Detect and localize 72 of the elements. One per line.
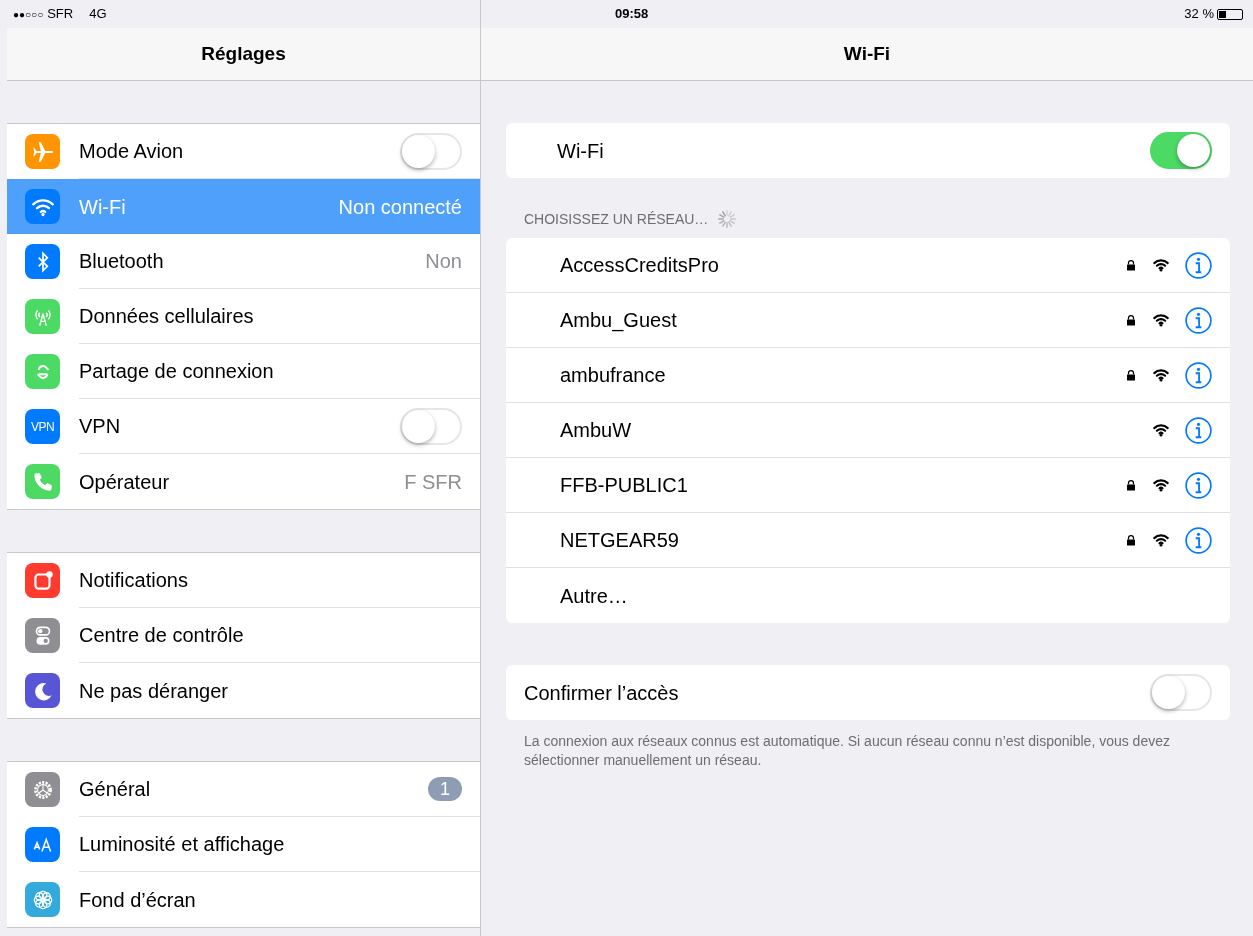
item-value: Non xyxy=(425,249,462,274)
info-icon[interactable] xyxy=(1185,471,1212,499)
vpn-icon: VPN xyxy=(25,409,60,444)
item-label: Fond d’écran xyxy=(79,887,196,913)
toggle-switch[interactable] xyxy=(400,407,462,445)
other-network-link[interactable]: Autre… xyxy=(560,580,628,611)
footer-note: La connexion aux réseaux connus est automatique. Si aucun réseau connu n’est disponible, vous devez sélectionner manuellement un réseau. xyxy=(524,732,1171,770)
info-icon[interactable] xyxy=(1185,251,1212,279)
info-icon[interactable] xyxy=(1185,416,1212,444)
count-badge: 1 xyxy=(428,777,462,801)
wifi-signal-icon xyxy=(1151,531,1171,549)
ask-toggle[interactable] xyxy=(1150,674,1212,711)
nav-title: Wi-Fi xyxy=(843,41,891,66)
wifi-icon xyxy=(25,189,60,224)
item-label: Mode Avion xyxy=(79,139,184,164)
network-name: ambufrance xyxy=(560,363,666,388)
carrier-name: SFR xyxy=(47,5,74,24)
item-label: Opérateur xyxy=(79,469,170,495)
network-row[interactable]: ambufrance xyxy=(506,348,1230,403)
item-label: Centre de contrôle xyxy=(79,623,244,648)
item-label: Partage de connexion xyxy=(79,359,274,384)
network-name: AccessCreditsPro xyxy=(560,253,719,278)
network-type: 4G xyxy=(89,5,107,24)
moon-icon xyxy=(25,673,60,708)
item-label: Notifications xyxy=(79,568,188,593)
wifi-signal-icon xyxy=(1151,421,1171,439)
network-row[interactable]: Ambu_Guest xyxy=(506,293,1230,348)
wifi-signal-icon xyxy=(1151,476,1171,494)
notification-icon xyxy=(25,563,60,598)
info-icon[interactable] xyxy=(1185,361,1212,389)
flower-icon xyxy=(25,882,60,917)
antenna-icon xyxy=(25,299,60,334)
wifi-toggle[interactable] xyxy=(1150,132,1212,169)
item-label: VPN xyxy=(79,414,121,439)
network-row[interactable]: AmbuW xyxy=(506,403,1230,458)
battery-percent: 32 % xyxy=(1184,5,1214,24)
switches-icon xyxy=(25,618,60,653)
wifi-label: Wi-Fi xyxy=(557,138,604,164)
network-row[interactable]: FFB-PUBLIC1 xyxy=(506,458,1230,513)
network-name: FFB-PUBLIC1 xyxy=(560,473,688,498)
item-value: F SFR xyxy=(404,469,462,495)
network-name: NETGEAR59 xyxy=(560,528,679,553)
wifi-signal-icon xyxy=(1151,256,1171,274)
info-icon[interactable] xyxy=(1185,526,1212,554)
item-label: Données cellulaires xyxy=(79,304,254,329)
section-header: CHOISISSEZ UN RÉSEAU… xyxy=(524,209,709,229)
nav-title: Réglages xyxy=(201,41,286,66)
item-label: Luminosité et affichage xyxy=(79,832,285,857)
info-icon[interactable] xyxy=(1185,306,1212,334)
network-row[interactable]: NETGEAR59 xyxy=(506,513,1230,568)
network-row[interactable]: AccessCreditsPro xyxy=(506,238,1230,293)
signal-strength-text: ●●○○○ xyxy=(13,7,44,22)
chain-link-icon xyxy=(25,354,60,389)
gear-icon xyxy=(25,772,60,807)
wifi-signal-icon xyxy=(1151,366,1171,384)
item-value: Non connecté xyxy=(338,194,462,220)
network-name: Ambu_Guest xyxy=(560,308,677,334)
ask-label: Confirmer l’accès xyxy=(524,680,679,706)
text-size-icon xyxy=(25,827,60,862)
loading-spinner-icon xyxy=(716,208,739,230)
phone-icon xyxy=(25,464,60,499)
item-label: Bluetooth xyxy=(79,249,164,274)
clock-time: 09:58 xyxy=(615,5,649,24)
battery-icon xyxy=(1217,8,1243,20)
item-label: Wi-Fi xyxy=(79,194,126,220)
bluetooth-icon xyxy=(25,244,60,279)
toggle-switch[interactable] xyxy=(400,132,462,170)
wifi-signal-icon xyxy=(1151,311,1171,329)
airplane-icon xyxy=(25,134,60,169)
network-name: AmbuW xyxy=(560,418,632,443)
item-label: Ne pas déranger xyxy=(79,678,228,704)
item-label: Général xyxy=(79,777,151,802)
